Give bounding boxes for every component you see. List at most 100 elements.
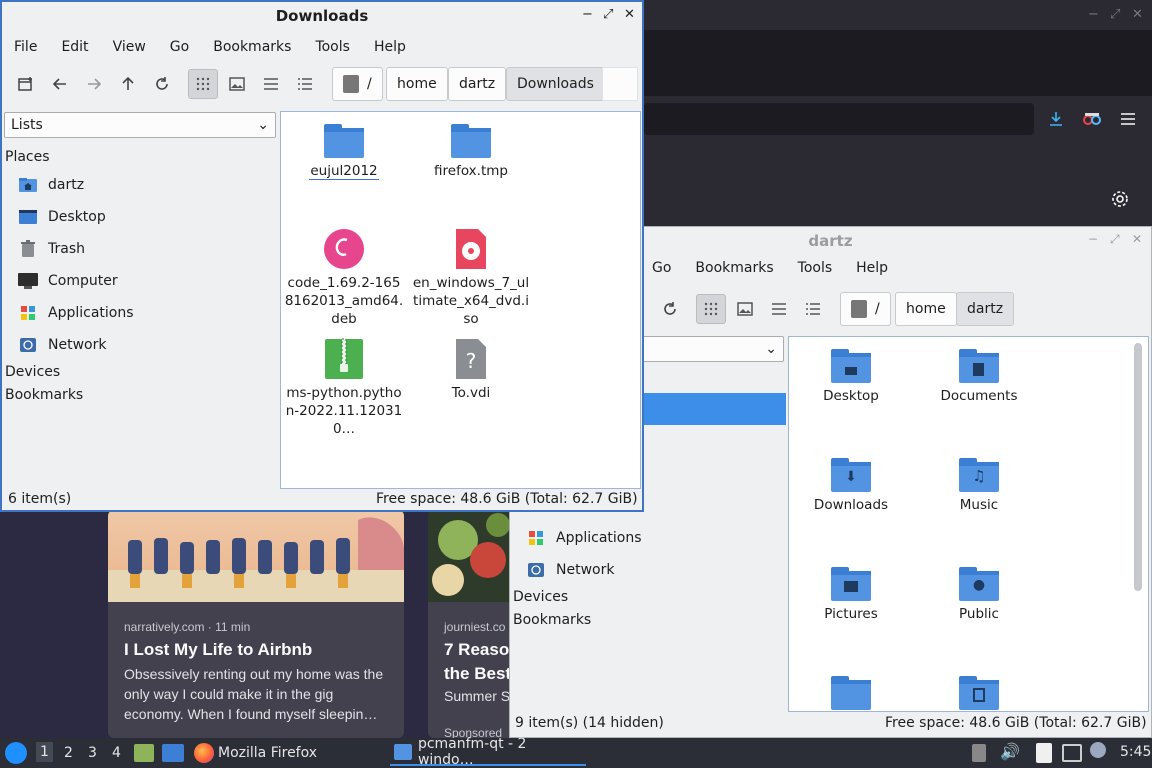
file-manager-launcher-icon[interactable] xyxy=(134,744,154,762)
file-item[interactable]: Desktop xyxy=(791,345,911,405)
file-view[interactable]: eujul2012 firefox.tmp code_1.69.2-165816… xyxy=(280,111,641,489)
breadcrumb-downloads[interactable]: Downloads xyxy=(506,67,605,101)
menu-file[interactable]: File xyxy=(2,39,49,55)
workspace-3[interactable]: 3 xyxy=(88,745,97,761)
back-icon[interactable] xyxy=(45,69,75,99)
reload-icon[interactable] xyxy=(147,69,177,99)
sidebar-item-network[interactable]: Network xyxy=(18,332,106,358)
file-item[interactable]: ⬇ Downloads xyxy=(791,454,911,514)
detailed-view-icon[interactable] xyxy=(798,294,828,324)
status-free-space: Free space: 48.6 GiB (Total: 62.7 GiB) xyxy=(376,491,638,507)
menu-tools[interactable]: Tools xyxy=(303,39,362,55)
thumbnail-view-icon[interactable] xyxy=(222,69,252,99)
compact-view-icon[interactable] xyxy=(256,69,286,99)
volume-icon[interactable]: 🔊 xyxy=(1000,742,1020,761)
notification-icon[interactable] xyxy=(1090,742,1106,758)
workspace-4[interactable]: 4 xyxy=(112,745,121,761)
menu-go[interactable]: Go xyxy=(640,260,683,276)
menu-go[interactable]: Go xyxy=(158,39,201,55)
sidebar-item-trash[interactable]: Trash xyxy=(18,236,85,262)
thumbnail-view-icon[interactable] xyxy=(730,294,760,324)
scrollbar[interactable] xyxy=(1134,343,1142,591)
file-item[interactable]: ms-python.python-2022.11.120310… xyxy=(284,338,404,438)
icon-view-icon[interactable] xyxy=(696,294,726,324)
breadcrumb-root[interactable]: / xyxy=(840,292,891,326)
detailed-view-icon[interactable] xyxy=(290,69,320,99)
minimize-icon[interactable]: − xyxy=(1088,232,1098,246)
new-tab-icon[interactable] xyxy=(11,69,41,99)
menu-view[interactable]: View xyxy=(101,39,158,55)
icon-view-icon[interactable] xyxy=(188,69,218,99)
sidebar-item-network[interactable]: Network xyxy=(526,557,614,583)
breadcrumb-home[interactable]: home xyxy=(386,67,448,101)
show-desktop-icon[interactable] xyxy=(162,744,184,762)
close-icon[interactable]: ✕ xyxy=(1132,232,1142,246)
start-menu-icon[interactable] xyxy=(5,742,27,764)
compact-view-icon[interactable] xyxy=(764,294,794,324)
forward-icon[interactable] xyxy=(79,69,109,99)
minimize-icon[interactable]: − xyxy=(1088,7,1099,22)
menu-help[interactable]: Help xyxy=(362,39,418,55)
file-item[interactable]: eujul2012 xyxy=(284,120,404,180)
devices-header[interactable]: Devices xyxy=(513,589,568,605)
devices-header[interactable]: Devices xyxy=(5,364,60,380)
close-icon[interactable]: ✕ xyxy=(624,7,635,22)
breadcrumb-home[interactable]: home xyxy=(895,292,957,326)
file-item[interactable]: code_1.69.2-1658162013_amd64.deb xyxy=(284,228,404,328)
maximize-icon[interactable]: ⤢ xyxy=(603,7,613,22)
gear-icon[interactable] xyxy=(1107,186,1133,212)
breadcrumb-dartz[interactable]: dartz xyxy=(448,67,507,101)
file-item[interactable]: ● Public xyxy=(919,563,1039,623)
file-item[interactable]: Pictures xyxy=(791,563,911,623)
file-item[interactable]: en_windows_7_ultimate_x64_dvd.iso xyxy=(411,228,531,328)
side-pane-mode-select[interactable]: Lists ⌄ xyxy=(4,112,276,138)
story-card[interactable]: narratively.com · 11 min I Lost My Life … xyxy=(108,510,404,738)
menu-icon[interactable] xyxy=(1115,106,1141,132)
menu-edit[interactable]: Edit xyxy=(49,39,100,55)
maximize-icon[interactable]: ⤢ xyxy=(1110,7,1120,22)
network-status-icon[interactable] xyxy=(1062,744,1082,762)
private-browsing-icon[interactable] xyxy=(1079,106,1105,132)
menu-bookmarks[interactable]: Bookmarks xyxy=(201,39,303,55)
file-item[interactable] xyxy=(919,672,1039,714)
menu-tools[interactable]: Tools xyxy=(786,260,845,276)
file-item[interactable]: Documents xyxy=(919,345,1039,405)
task-label: pcmanfm-qt - 2 windo… xyxy=(417,736,527,768)
story-title[interactable]: I Lost My Life to Airbnb xyxy=(124,640,312,660)
file-item[interactable]: firefox.tmp xyxy=(411,120,531,180)
file-item[interactable]: ♫ Music xyxy=(919,454,1039,514)
menu-bookmarks[interactable]: Bookmarks xyxy=(683,260,785,276)
bookmarks-header[interactable]: Bookmarks xyxy=(5,387,83,403)
maximize-icon[interactable]: ⤢ xyxy=(1110,232,1120,247)
reload-icon[interactable] xyxy=(655,294,685,324)
file-item[interactable]: ? To.vdi xyxy=(411,338,531,402)
task-pcmanfm[interactable]: pcmanfm-qt - 2 windo… xyxy=(390,736,586,768)
clock[interactable]: 5:45 xyxy=(1120,744,1151,760)
close-icon[interactable]: ✕ xyxy=(1132,7,1143,22)
file-item[interactable] xyxy=(791,672,911,714)
breadcrumb-dartz[interactable]: dartz xyxy=(956,292,1015,326)
workspace-1[interactable]: 1 xyxy=(36,742,53,762)
sidebar-item-applications[interactable]: Applications xyxy=(18,300,134,326)
sidebar-item-applications[interactable]: Applications xyxy=(526,525,642,551)
workspace-2[interactable]: 2 xyxy=(64,745,73,761)
keyboard-layout-icon[interactable] xyxy=(972,744,986,762)
clipboard-icon[interactable] xyxy=(1036,743,1052,763)
url-bar[interactable] xyxy=(644,103,1034,135)
places-header[interactable]: Places xyxy=(5,149,50,165)
file-view[interactable]: Desktop Documents ⬇ Downloads ♫ Music Pi… xyxy=(788,336,1149,712)
breadcrumb-root[interactable]: / xyxy=(332,67,383,101)
svg-text:?: ? xyxy=(466,349,477,373)
network-icon xyxy=(526,561,546,579)
sidebar-item-computer[interactable]: Computer xyxy=(18,268,118,294)
task-firefox[interactable]: Mozilla Firefox xyxy=(194,740,317,766)
sidebar-item-dartz[interactable]: dartz xyxy=(18,172,84,198)
story-title[interactable]: 7 Reaso xyxy=(444,640,509,660)
minimize-icon[interactable]: − xyxy=(582,7,593,22)
bookmarks-header[interactable]: Bookmarks xyxy=(513,612,591,628)
menu-help[interactable]: Help xyxy=(844,260,900,276)
downloads-icon[interactable] xyxy=(1043,106,1069,132)
sidebar-item-desktop[interactable]: Desktop xyxy=(18,204,106,230)
story-title-line2[interactable]: the Best xyxy=(444,664,511,684)
up-icon[interactable] xyxy=(113,69,143,99)
